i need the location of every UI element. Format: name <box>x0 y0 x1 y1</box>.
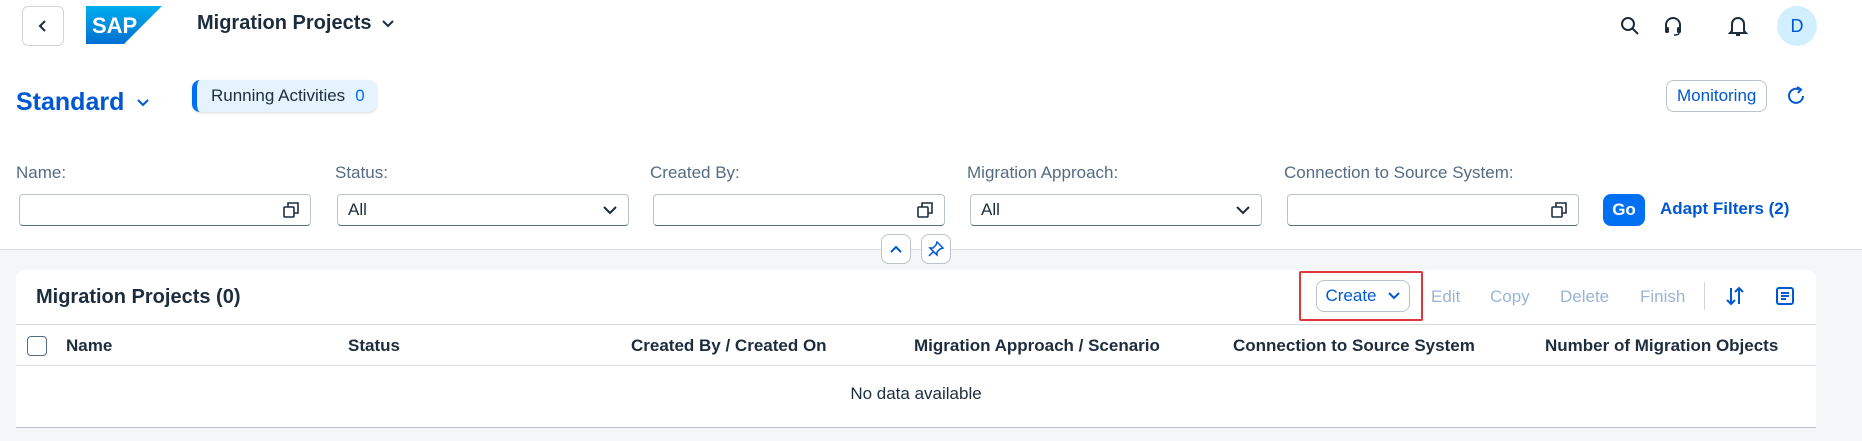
toolbar-separator <box>1704 282 1705 310</box>
go-button[interactable]: Go <box>1603 194 1645 226</box>
headset-icon <box>1665 17 1681 36</box>
refresh-icon <box>1788 86 1804 104</box>
refresh-button[interactable] <box>1782 82 1810 110</box>
back-button[interactable] <box>22 6 64 46</box>
migration-projects-table: Migration Projects (0) Create Edit Copy … <box>16 270 1816 428</box>
name-filter-input[interactable] <box>19 194 311 226</box>
column-header-approach[interactable]: Migration Approach / Scenario <box>914 336 1160 356</box>
value-help-icon[interactable] <box>282 201 300 219</box>
value-help-icon[interactable] <box>1550 201 1568 219</box>
table-settings-icon <box>1776 287 1794 305</box>
column-header-status[interactable]: Status <box>348 336 400 356</box>
chevron-down-icon <box>1387 292 1400 300</box>
avatar-initial: D <box>1790 15 1804 36</box>
column-header-connection[interactable]: Connection to Source System <box>1233 336 1475 356</box>
running-activities-count: 0 <box>355 86 365 105</box>
chevron-down-icon <box>1236 206 1250 215</box>
copy-button[interactable]: Copy <box>1490 287 1530 307</box>
sort-icon <box>1726 286 1744 306</box>
empty-table-message: No data available <box>850 384 982 403</box>
variant-name: Standard <box>16 88 125 116</box>
back-icon <box>38 20 46 32</box>
chevron-down-icon <box>137 98 150 106</box>
name-filter-label: Name: <box>16 163 67 182</box>
select-all-checkbox[interactable] <box>27 336 47 356</box>
user-avatar[interactable]: D <box>1777 6 1817 46</box>
delete-button[interactable]: Delete <box>1560 287 1609 307</box>
adapt-filters-button[interactable]: Adapt Filters (2) <box>1660 199 1789 219</box>
pin-header-button[interactable] <box>921 234 951 264</box>
running-activities-button[interactable]: Running Activities 0 <box>192 80 377 112</box>
sort-button[interactable] <box>1721 282 1749 310</box>
table-header-row: Name Status Created By / Created On Migr… <box>16 324 1816 366</box>
collapse-header-button[interactable] <box>881 234 911 264</box>
approach-filter-label: Migration Approach: <box>967 163 1119 182</box>
app-title-menu[interactable]: Migration Projects <box>197 12 395 35</box>
status-filter-value: All <box>348 200 367 219</box>
create-button-label: Create <box>1325 286 1377 305</box>
svg-text:SAP: SAP <box>92 13 137 38</box>
filter-header: Standard Running Activities 0 Monitoring… <box>0 52 1862 250</box>
bell-icon <box>1728 17 1748 36</box>
sap-logo[interactable]: SAP <box>86 6 162 44</box>
create-button[interactable]: Create <box>1316 280 1410 312</box>
connection-filter-input[interactable] <box>1287 194 1579 226</box>
settings-button[interactable] <box>1771 282 1799 310</box>
pin-icon <box>928 241 944 257</box>
status-filter-select[interactable]: All <box>337 194 629 226</box>
table-title: Migration Projects (0) <box>36 286 241 308</box>
approach-filter-select[interactable]: All <box>970 194 1262 226</box>
connection-filter-label: Connection to Source System: <box>1284 163 1514 182</box>
monitoring-button[interactable]: Monitoring <box>1666 80 1768 112</box>
search-icon <box>1621 17 1639 35</box>
variant-selector[interactable]: Standard <box>16 88 150 117</box>
chevron-up-icon <box>890 245 902 253</box>
created-by-filter-label: Created By: <box>650 163 740 182</box>
search-button[interactable] <box>1616 12 1644 40</box>
status-filter-label: Status: <box>335 163 388 182</box>
column-header-object-count[interactable]: Number of Migration Objects <box>1545 336 1778 356</box>
approach-filter-value: All <box>981 200 1000 219</box>
column-header-created-by[interactable]: Created By / Created On <box>631 336 827 356</box>
running-activities-label: Running Activities <box>211 86 346 105</box>
app-title: Migration Projects <box>197 12 372 34</box>
chevron-down-icon <box>603 206 617 215</box>
edit-button[interactable]: Edit <box>1431 287 1460 307</box>
created-by-filter-input[interactable] <box>653 194 945 226</box>
finish-button[interactable]: Finish <box>1640 287 1685 307</box>
shell-bar: SAP Migration Projects D <box>0 0 1862 52</box>
notifications-button[interactable] <box>1724 12 1752 40</box>
chevron-down-icon <box>382 19 395 27</box>
value-help-icon[interactable] <box>916 201 934 219</box>
support-button[interactable] <box>1659 12 1687 40</box>
column-header-name[interactable]: Name <box>66 336 112 356</box>
